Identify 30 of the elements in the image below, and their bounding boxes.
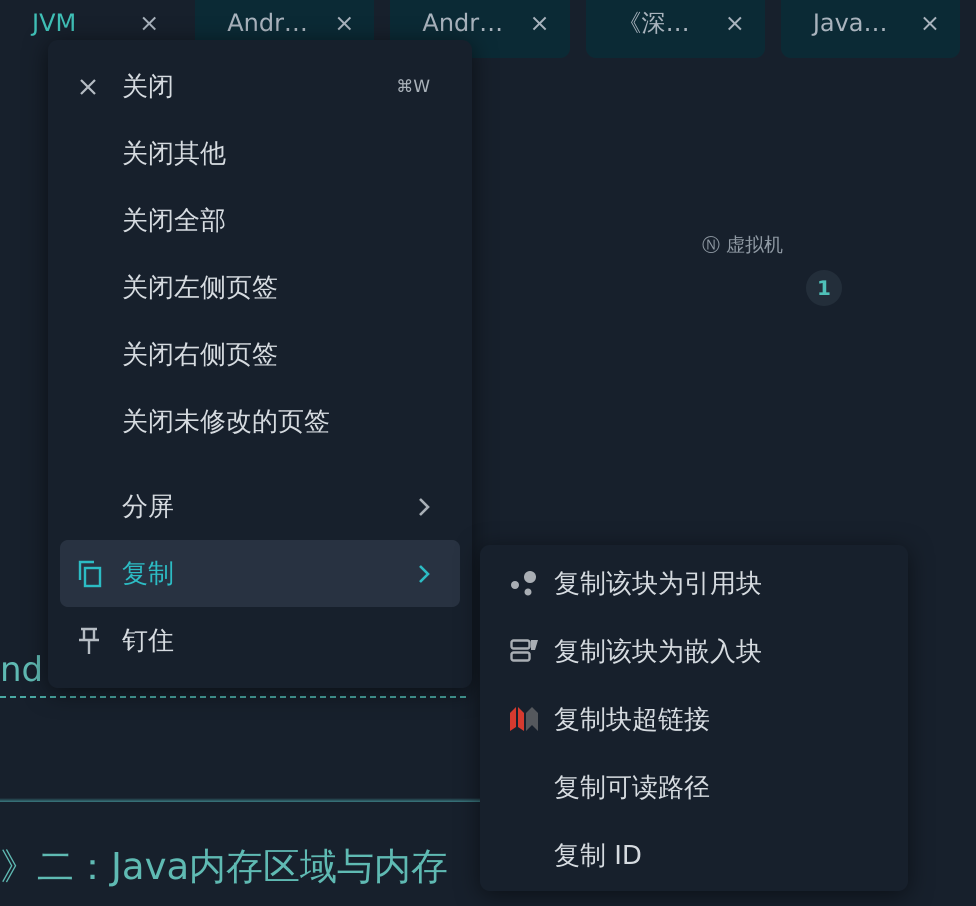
menu-item[interactable]: 复制: [60, 540, 460, 607]
menu-item[interactable]: 复制块超链接: [480, 685, 908, 753]
shortcut-label: ⌘W: [396, 76, 430, 96]
bookmark-icon: [510, 707, 538, 731]
close-icon[interactable]: ×: [334, 10, 354, 36]
menu-item[interactable]: 分屏: [60, 473, 460, 540]
close-icon[interactable]: ×: [139, 10, 160, 36]
menu-item[interactable]: 关闭左侧页签: [60, 254, 460, 321]
menu-item[interactable]: 复制该块为引用块: [480, 549, 908, 617]
close-icon[interactable]: ×: [530, 10, 550, 36]
heading: 》二：Java内存区域与内存: [0, 844, 448, 890]
pin-icon: [78, 626, 100, 654]
outline-marker: Ⓝ: [702, 234, 720, 257]
close-icon[interactable]: ×: [724, 10, 745, 36]
outline-label: 虚拟机: [726, 233, 783, 258]
menu-item[interactable]: 关闭右侧页签: [60, 321, 460, 388]
menu-item[interactable]: 关闭未修改的页签: [60, 388, 460, 455]
embed-icon: [510, 639, 538, 663]
close-icon[interactable]: ×: [920, 10, 940, 36]
tab[interactable]: 《深… ×: [586, 0, 765, 58]
menu-item[interactable]: 复制可读路径: [480, 753, 908, 821]
count-badge: 1: [806, 270, 842, 306]
tab[interactable]: Java… ×: [780, 0, 960, 58]
menu-item[interactable]: 关闭其他: [60, 120, 460, 187]
menu-item[interactable]: 复制 ID: [480, 821, 908, 889]
menu-item[interactable]: 关闭全部: [60, 187, 460, 254]
close-icon: [78, 76, 98, 96]
copy-icon: [78, 560, 102, 588]
dots-icon: [510, 569, 538, 597]
menu-item[interactable]: 复制该块为嵌入块: [480, 617, 908, 685]
